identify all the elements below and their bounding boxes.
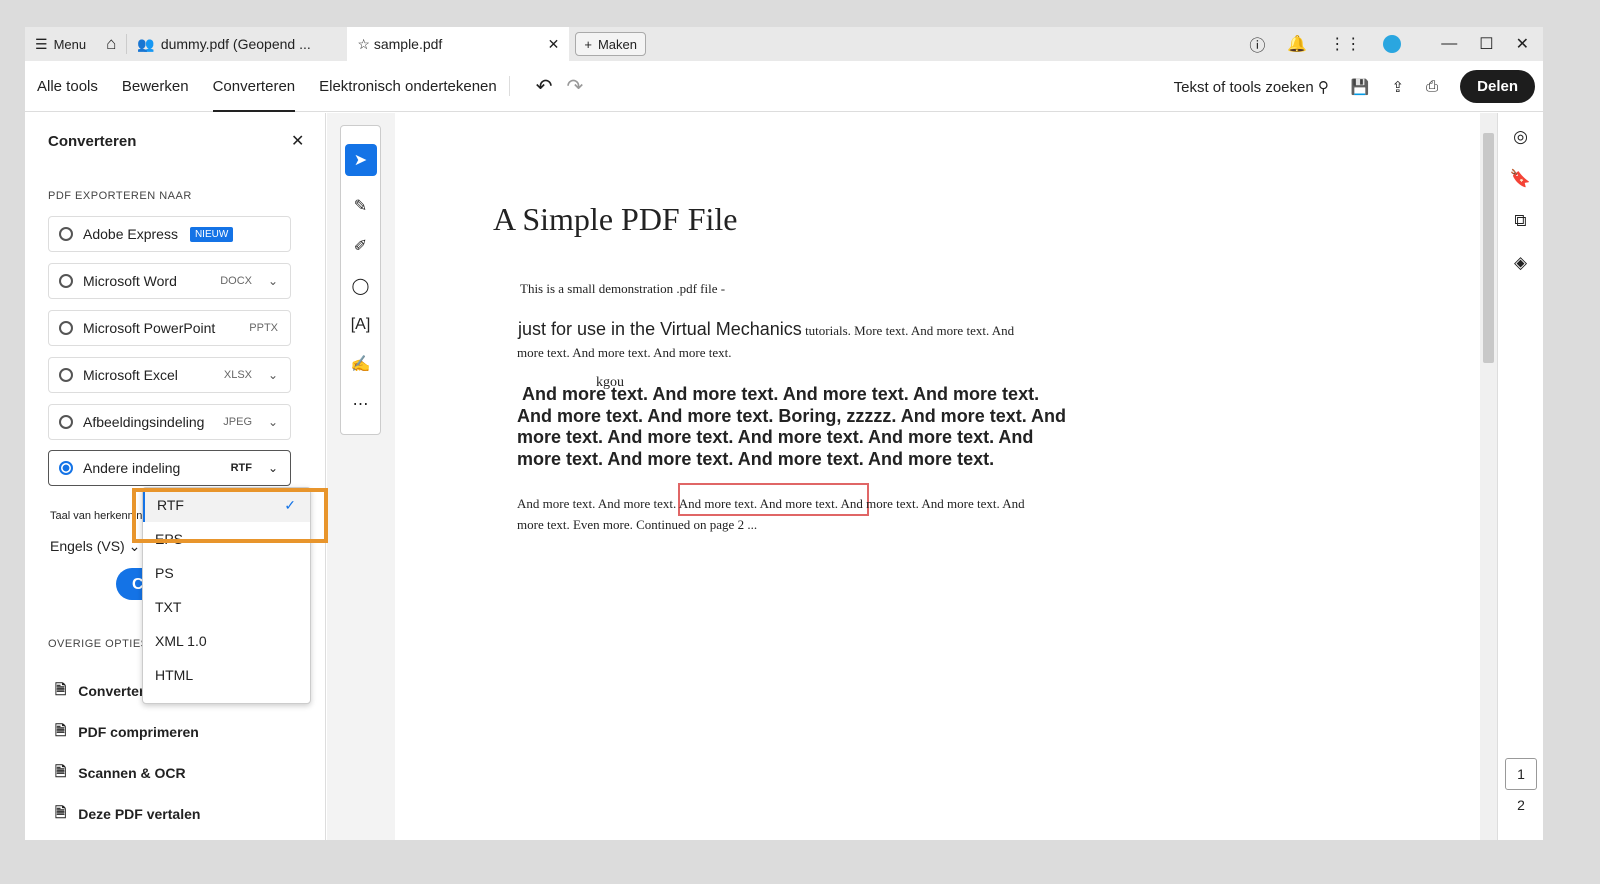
tab-bar: ☰ Menu ⌂ 👥 dummy.pdf (Geopend ... ☆ sample… — [25, 27, 1543, 61]
chevron-down-icon[interactable]: ⌄ — [268, 368, 278, 382]
tool-strip: ➤ ✎ ✐ ◯ [A] ✍ ⋯ — [340, 125, 381, 435]
language-select[interactable]: Engels (VS) ⌄ — [50, 538, 140, 555]
other-translate[interactable]: 🗎 Deze PDF vertalen — [55, 802, 200, 826]
option-other-format[interactable]: Andere indeling RTF ⌄ — [48, 450, 291, 486]
close-panel-icon[interactable]: ✕ — [291, 131, 304, 151]
apps-grid-icon[interactable]: ⋮⋮ — [1329, 34, 1361, 54]
redo-icon[interactable]: ↷ — [567, 74, 584, 99]
search-tools[interactable]: Tekst of tools zoeken ⚲ — [1174, 78, 1329, 96]
option-excel[interactable]: Microsoft Excel XLSX ⌄ — [48, 357, 291, 393]
radio[interactable] — [59, 274, 73, 288]
option-adobe-express[interactable]: Adobe Express NIEUW — [48, 216, 291, 252]
other-compress[interactable]: 🗎 PDF comprimeren — [55, 720, 199, 744]
dropdown-item-ps[interactable]: PS — [143, 556, 310, 590]
right-rail: ◎ 🔖 ⧉ ◈ — [1497, 113, 1543, 840]
undo-icon[interactable]: ↶ — [536, 74, 553, 99]
scan-icon: 🗎 — [55, 763, 67, 779]
doc-bold-paragraph: And more text. And more text. And more t… — [517, 384, 1067, 469]
convert-file-icon: 🗎 — [55, 681, 67, 697]
home-icon: ⌂ — [106, 34, 117, 53]
shared-users-icon: 👥 — [137, 35, 155, 52]
minimize-icon[interactable]: — — [1441, 35, 1457, 53]
doc-paragraph: And more text. And more text. And more t… — [517, 496, 1025, 532]
dropdown-item-xml[interactable]: XML 1.0 — [143, 624, 310, 658]
upload-icon[interactable]: ⇪ — [1392, 78, 1405, 96]
pdf-page: A Simple PDF File This is a small demons… — [395, 113, 1480, 840]
other-options-heading: OVERIGE OPTIES — [48, 638, 149, 650]
dropdown-item-txt[interactable]: TXT — [143, 590, 310, 624]
radio-selected[interactable] — [59, 461, 73, 475]
close-tab-icon[interactable]: ✕ — [548, 36, 560, 53]
pages-icon[interactable]: ⧉ — [1514, 211, 1526, 231]
print-icon[interactable]: ⎙ — [1426, 78, 1438, 95]
tab-dummy[interactable]: 👥 dummy.pdf (Geopend ... — [127, 27, 347, 61]
convert-panel: Converteren ✕ PDF EXPORTEREN NAAR Adobe … — [25, 113, 326, 840]
radio[interactable] — [59, 368, 73, 382]
more-icon[interactable]: ⋯ — [353, 394, 369, 414]
option-image[interactable]: Afbeeldingsindeling JPEG ⌄ — [48, 404, 291, 440]
chevron-down-icon[interactable]: ⌄ — [268, 461, 278, 475]
option-word[interactable]: Microsoft Word DOCX ⌄ — [48, 263, 291, 299]
scrollbar-thumb[interactable] — [1483, 133, 1494, 363]
text-select-icon[interactable]: [A] — [351, 316, 371, 334]
toolbar: Alle tools Bewerken Converteren Elektron… — [25, 61, 1543, 112]
hamburger-icon: ☰ — [35, 35, 48, 52]
create-button[interactable]: + Maken — [575, 32, 646, 56]
page-2-button[interactable]: 2 — [1505, 797, 1537, 813]
doc-title: A Simple PDF File — [493, 201, 738, 237]
app-window: ☰ Menu ⌂ 👥 dummy.pdf (Geopend ... ☆ sample… — [25, 27, 1543, 840]
other-ocr[interactable]: 🗎 Scannen & OCR — [55, 761, 186, 785]
bell-icon[interactable]: 🔔 — [1287, 34, 1307, 54]
doc-text: just for use in the Virtual Mechanics tu… — [518, 319, 1015, 339]
doc-text: This is a small demonstration .pdf file … — [520, 281, 726, 296]
star-icon: ☆ — [357, 35, 370, 52]
search-icon: ⚲ — [1317, 78, 1329, 96]
maximize-icon[interactable]: ☐ — [1479, 34, 1493, 54]
sign-icon[interactable]: ✍ — [351, 354, 371, 374]
comment-bubble-icon[interactable]: ◎ — [1513, 127, 1528, 147]
panel-title: Converteren — [48, 133, 137, 150]
doc-text: more text. And more text. And more text. — [517, 345, 732, 360]
tab-converteren[interactable]: Converteren — [201, 61, 308, 112]
chevron-down-icon[interactable]: ⌄ — [268, 274, 278, 288]
dropdown-item-html[interactable]: HTML — [143, 658, 310, 692]
bookmark-icon[interactable]: 🔖 — [1510, 169, 1531, 189]
tab-sample[interactable]: ☆ sample.pdf ✕ — [347, 27, 570, 61]
close-window-icon[interactable]: ✕ — [1516, 34, 1529, 54]
menu-button[interactable]: ☰ Menu — [25, 27, 96, 61]
radio[interactable] — [59, 321, 73, 335]
layers-icon[interactable]: ◈ — [1514, 253, 1527, 273]
lasso-icon[interactable]: ◯ — [352, 276, 370, 296]
option-powerpoint[interactable]: Microsoft PowerPoint PPTX — [48, 310, 291, 346]
home-button[interactable]: ⌂ — [96, 34, 128, 54]
highlight-box — [132, 488, 328, 543]
help-icon[interactable]: ⓘ — [1249, 32, 1265, 56]
translate-icon: 🗎 — [55, 804, 67, 820]
radio[interactable] — [59, 415, 73, 429]
vertical-scrollbar[interactable] — [1480, 113, 1497, 840]
new-badge: NIEUW — [189, 226, 234, 242]
tab-bewerken[interactable]: Bewerken — [110, 61, 201, 112]
highlight-pen-icon[interactable]: ✐ — [354, 236, 367, 256]
section-heading: PDF EXPORTEREN NAAR — [48, 190, 192, 202]
chevron-down-icon[interactable]: ⌄ — [268, 415, 278, 429]
comment-icon[interactable]: ✎ — [354, 196, 367, 216]
tab-alle-tools[interactable]: Alle tools — [25, 61, 110, 112]
share-button[interactable]: Delen — [1460, 70, 1535, 103]
avatar[interactable] — [1383, 35, 1402, 53]
tab-ondertekenen[interactable]: Elektronisch ondertekenen — [307, 76, 510, 96]
save-icon[interactable]: 💾 — [1351, 78, 1370, 96]
page-1-button[interactable]: 1 — [1505, 758, 1537, 790]
radio[interactable] — [59, 227, 73, 241]
plus-icon: + — [584, 36, 592, 52]
compress-icon: 🗎 — [55, 722, 67, 738]
select-cursor-icon[interactable]: ➤ — [344, 144, 377, 176]
